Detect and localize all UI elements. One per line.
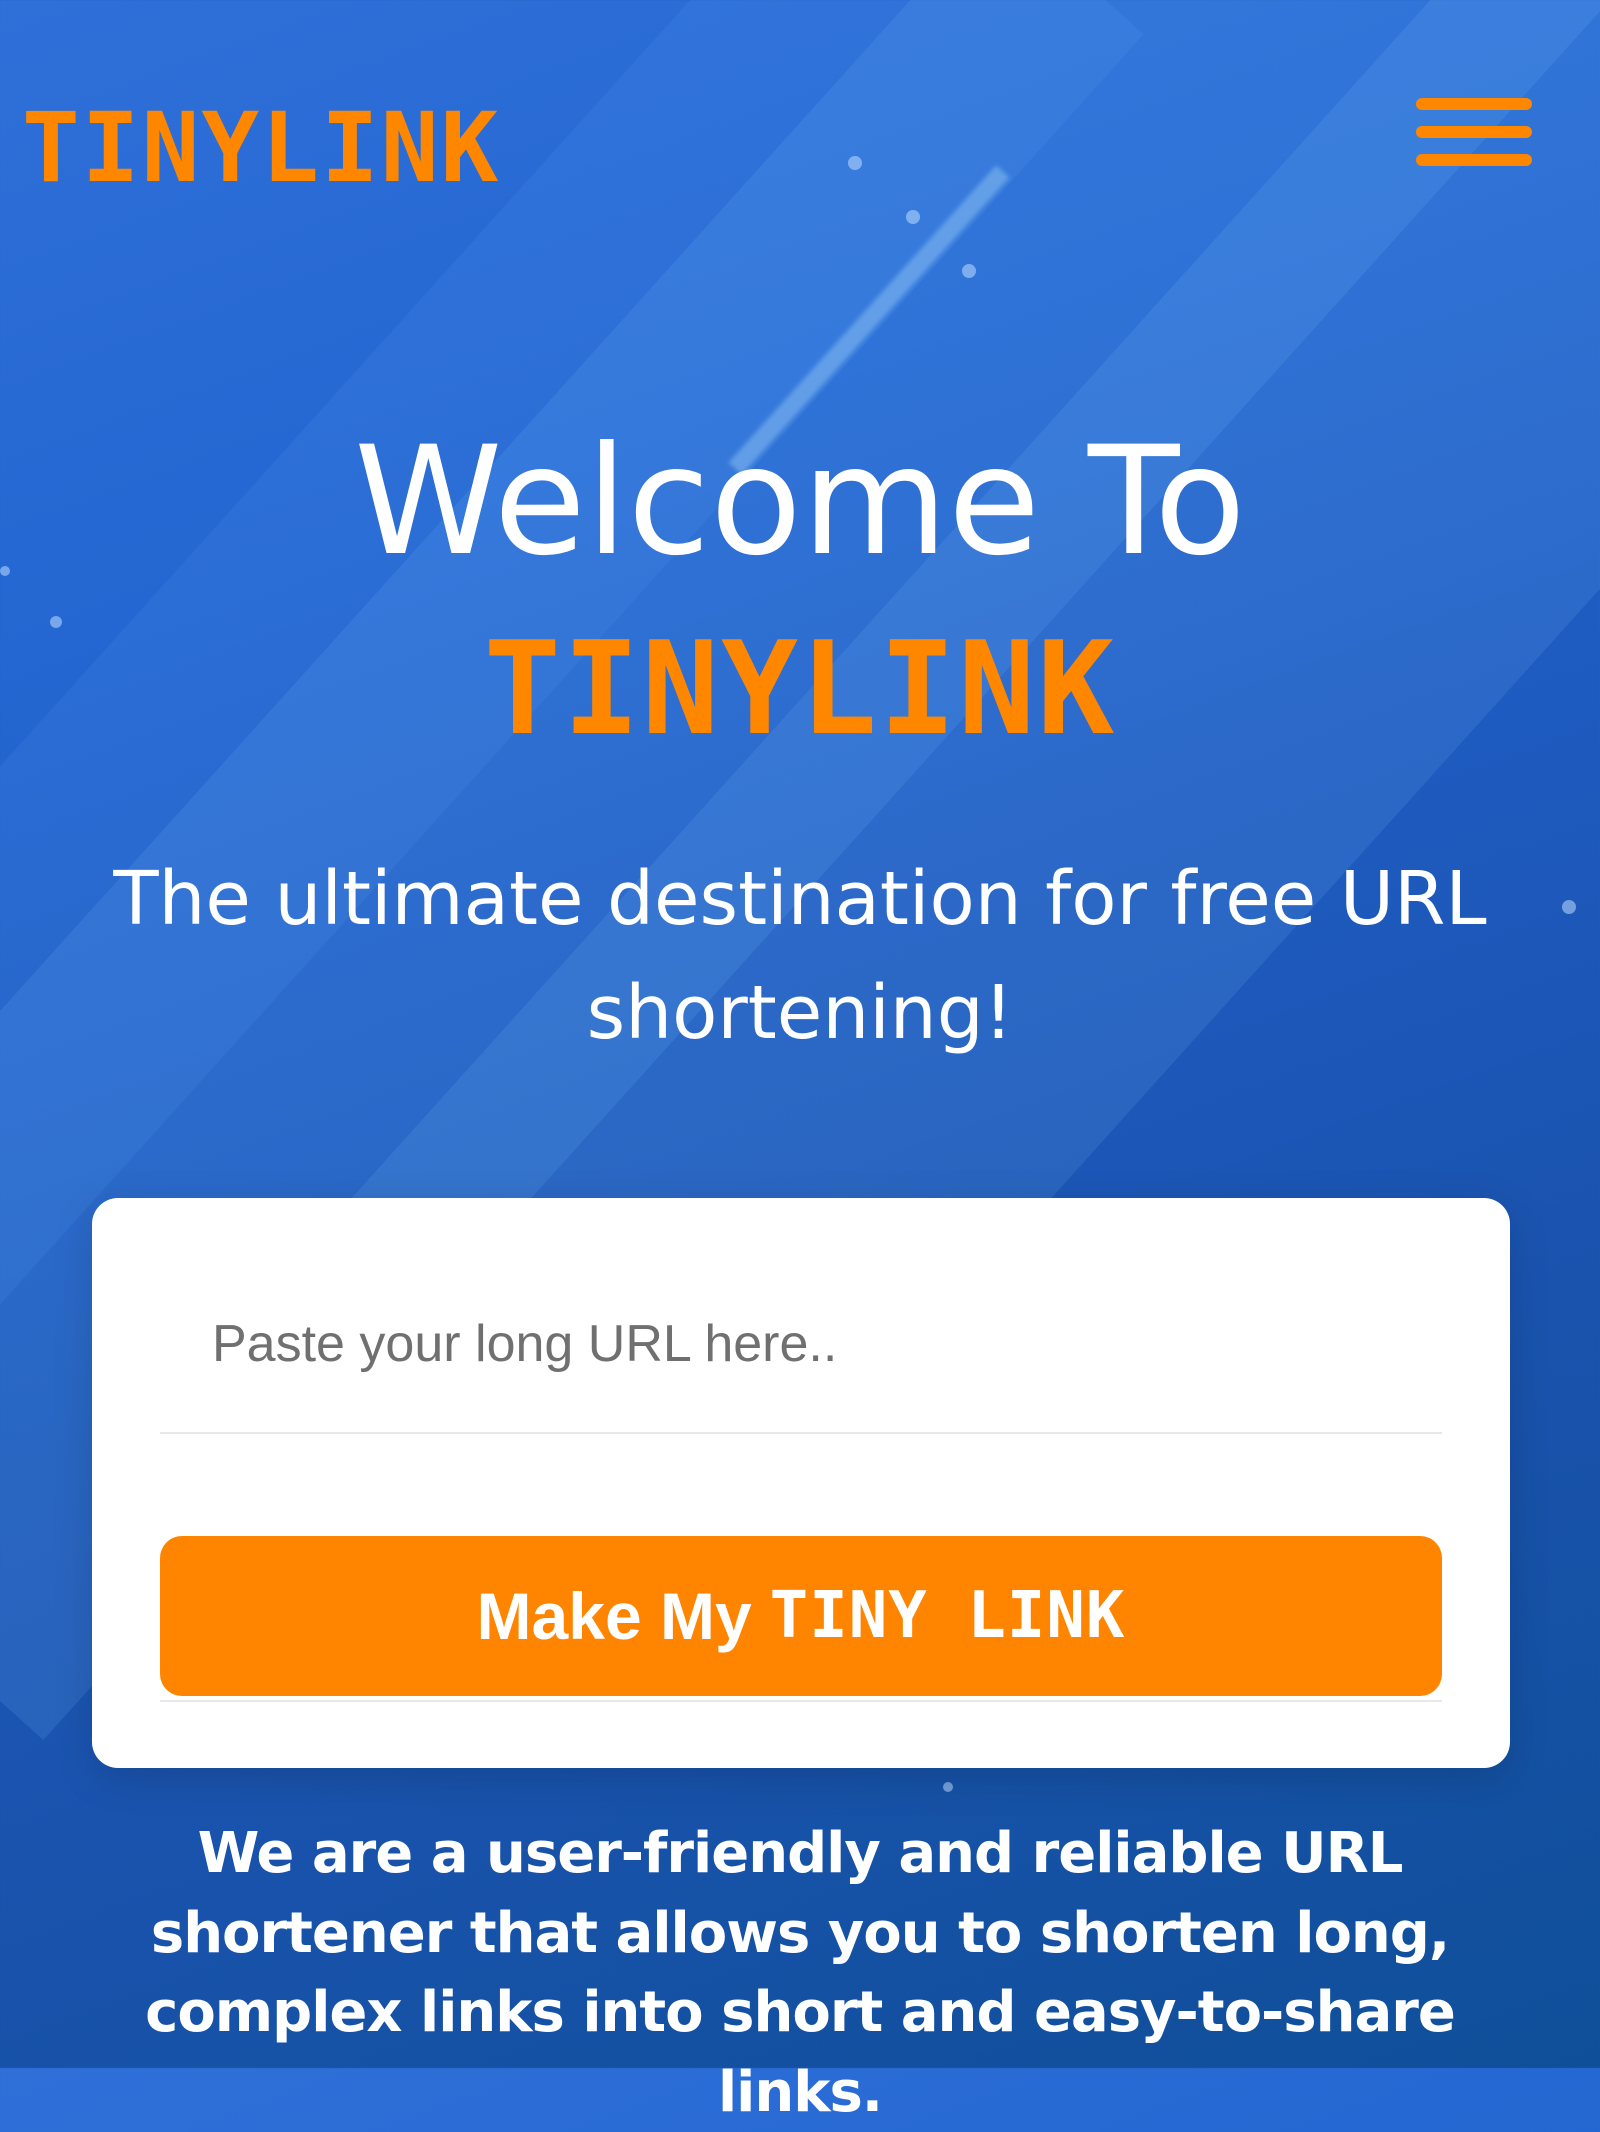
button-prefix-label: Make My (476, 1579, 752, 1653)
input-divider (160, 1432, 1442, 1434)
background-dot (906, 210, 920, 224)
long-url-input[interactable] (160, 1294, 1442, 1394)
background-dot (943, 1782, 953, 1792)
brand-heading: TINYLINK (483, 614, 1117, 764)
background-dot (848, 156, 862, 170)
shortener-card: Make My TINY LINK (92, 1198, 1510, 1768)
button-brand-label: TINY LINK (769, 1579, 1126, 1653)
site-logo[interactable]: TINYLINK (22, 100, 500, 196)
button-divider (160, 1700, 1442, 1702)
background-dot (962, 264, 976, 278)
menu-bar (1416, 126, 1532, 138)
hero-section: Welcome To TINYLINK The ultimate destina… (0, 415, 1600, 1071)
service-description: We are a user-friendly and reliable URL … (145, 1821, 1456, 2125)
welcome-heading: Welcome To (354, 415, 1246, 589)
menu-bar (1416, 154, 1532, 166)
hamburger-menu-icon[interactable] (1416, 96, 1532, 170)
hero-tagline: The ultimate destination for free URL sh… (113, 855, 1487, 1057)
make-tiny-link-button[interactable]: Make My TINY LINK (160, 1536, 1442, 1696)
menu-bar (1416, 98, 1532, 110)
